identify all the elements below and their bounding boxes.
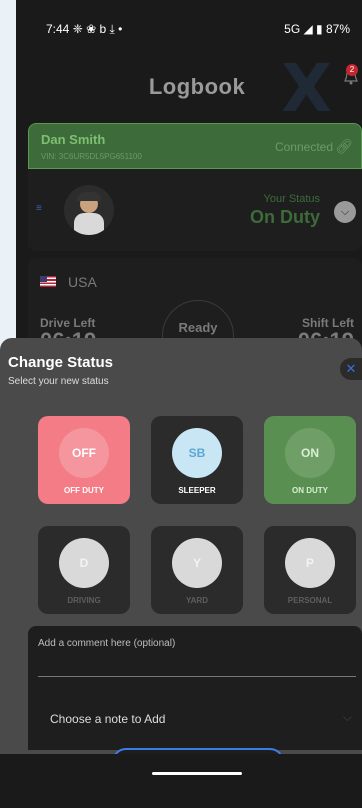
system-nav-bar (0, 754, 362, 808)
change-status-sheet: Change Status Select your new status ✕ O… (0, 338, 362, 776)
status-time: 7:44 ❈ ❀ b ⤓ • (46, 22, 123, 36)
modal-subtitle: Select your new status (8, 376, 109, 387)
modal-title: Change Status (8, 354, 114, 371)
status-label: YARD (186, 596, 208, 605)
page-title: Logbook (148, 74, 246, 99)
header: X Logbook 2 (16, 50, 362, 122)
status-code: P (285, 538, 335, 588)
avatar (64, 185, 114, 235)
status-option-sleeper[interactable]: SB SLEEPER (151, 416, 243, 504)
ready-label: Ready (178, 320, 218, 335)
status-label: OFF DUTY (64, 486, 104, 495)
your-status-label: Your Status (263, 193, 320, 205)
status-option-off-duty[interactable]: OFF OFF DUTY (38, 416, 130, 504)
status-option-yard[interactable]: Y YARD (151, 526, 243, 614)
status-label: ON DUTY (292, 486, 328, 495)
us-flag-icon (40, 276, 56, 287)
status-bar: 7:44 ❈ ❀ b ⤓ • 5G ◢ ▮ 87% (16, 0, 362, 50)
driver-name: Dan Smith (41, 132, 106, 147)
status-option-driving[interactable]: D DRIVING (38, 526, 130, 614)
link-icon: 🔗︎ (335, 138, 353, 154)
vehicle-vin: VIN: 3C6UR5DL5PG651100 (41, 152, 142, 161)
status-option-personal[interactable]: P PERSONAL (264, 526, 356, 614)
notification-badge: 2 (346, 64, 358, 76)
status-code: SB (172, 428, 222, 478)
driver-card[interactable]: Dan Smith VIN: 3C6UR5DL5PG651100 Connect… (28, 123, 362, 251)
close-icon[interactable]: ✕ (340, 358, 362, 380)
status-code: D (59, 538, 109, 588)
chevron-down-icon[interactable]: ⌵ (334, 201, 356, 223)
your-status-value: On Duty (250, 207, 320, 227)
status-indicators: 5G ◢ ▮ 87% (284, 22, 350, 36)
status-label: DRIVING (67, 596, 101, 605)
home-indicator[interactable] (152, 772, 242, 775)
motion-lines-icon: ≡ (36, 203, 42, 214)
vehicle-connection-banner[interactable]: Dan Smith VIN: 3C6UR5DL5PG651100 Connect… (28, 123, 362, 169)
country-label: USA (68, 274, 97, 290)
status-label: SLEEPER (178, 486, 216, 495)
note-select-label: Choose a note to Add (50, 712, 166, 726)
status-code: OFF (59, 428, 109, 478)
status-code: Y (172, 538, 222, 588)
avatar-cap (77, 192, 101, 201)
status-label: PERSONAL (287, 596, 333, 605)
status-code: ON (285, 428, 335, 478)
comment-field[interactable]: Add a comment here (optional) (28, 626, 362, 688)
comment-placeholder: Add a comment here (optional) (38, 638, 176, 649)
note-select[interactable]: Choose a note to Add ⌵ (28, 688, 362, 750)
connection-status: Connected (274, 140, 333, 154)
chevron-down-icon: ⌵ (342, 710, 352, 724)
status-option-on-duty[interactable]: ON ON DUTY (264, 416, 356, 504)
avatar-body (74, 213, 104, 235)
comment-underline (38, 676, 356, 677)
